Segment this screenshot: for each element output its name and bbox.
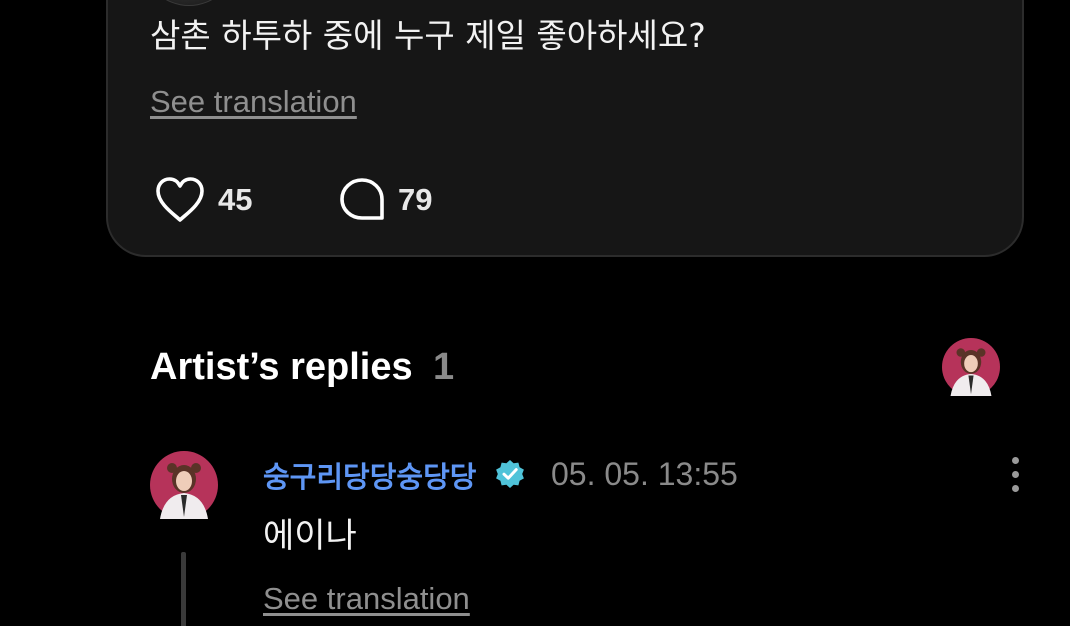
post-author-avatar[interactable]	[144, 0, 234, 6]
like-button[interactable]: 45	[154, 174, 252, 226]
comment-button[interactable]: 79	[338, 174, 432, 226]
heart-outline-icon	[156, 177, 204, 222]
reply-author-name[interactable]: 숭구리당당숭당당	[263, 454, 476, 496]
more-vertical-icon-dot	[1011, 470, 1019, 478]
thread-line	[181, 552, 186, 626]
app-page: 삼촌 하투하 중에 누구 제일 좋아하세요? See translation 4…	[0, 0, 1070, 626]
reply-author-avatar-image	[150, 451, 218, 519]
artist-avatar-image	[942, 338, 1000, 396]
comment-count: 79	[398, 182, 433, 217]
post-see-translation-link[interactable]: See translation	[150, 84, 357, 120]
more-vertical-icon-dot	[1011, 484, 1019, 492]
artist-replies-count: 1	[433, 346, 455, 388]
reply-text: 에이나	[263, 516, 357, 556]
more-vertical-icon	[1011, 456, 1019, 464]
post-text: 삼촌 하투하 중에 누구 제일 좋아하세요?	[150, 16, 706, 55]
reply-see-translation-link[interactable]: See translation	[263, 581, 470, 617]
artist-avatar-stack[interactable]	[942, 338, 1000, 396]
like-count: 45	[218, 182, 253, 217]
artist-replies-title: Artist’s replies	[150, 346, 413, 388]
speech-bubble-icon	[340, 178, 384, 220]
verified-badge-icon	[496, 460, 524, 488]
more-options-button[interactable]	[1000, 452, 1030, 496]
reply-timestamp: 05. 05. 13:55	[551, 456, 738, 492]
reply-author-avatar[interactable]	[150, 451, 218, 519]
